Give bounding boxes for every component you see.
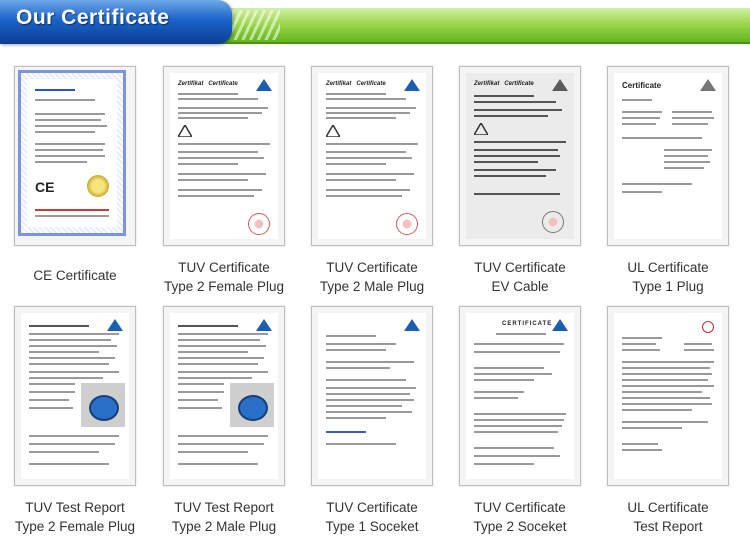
certificate-thumbnail[interactable]: Zertifikat Certificate [163, 66, 285, 246]
certificate-caption: TUV Certificate Type 2 Soceket [439, 498, 601, 536]
section-header: Our Certificate [0, 0, 750, 48]
certificate-caption: TUV Test Report Type 2 Female Plug [0, 498, 156, 536]
caption-line-2: Test Report [633, 519, 703, 534]
certificate-thumbnail[interactable] [607, 306, 729, 486]
caption-line-1: TUV Certificate [326, 500, 418, 515]
caption-line-2: Type 2 Female Plug [14, 519, 136, 534]
caption-line-1: TUV Certificate [326, 260, 418, 275]
certificate-caption: TUV Certificate Type 2 Female Plug [143, 258, 305, 296]
ul-logo-icon [702, 321, 714, 333]
certificate-thumbnail[interactable]: CERTIFICATE [459, 306, 581, 486]
certificate-caption: UL Certificate Type 1 Plug [587, 258, 749, 296]
certificate-caption: CE Certificate [0, 266, 156, 285]
caption-line-1: TUV Test Report [174, 500, 274, 515]
caption-line-1: TUV Test Report [25, 500, 125, 515]
certificate-caption: TUV Test Report Type 2 Male Plug [143, 498, 305, 536]
caption-line-1: UL Certificate [627, 500, 709, 515]
certificate-caption: TUV Certificate Type 1 Soceket [291, 498, 453, 536]
certificate-caption: TUV Certificate EV Cable [439, 258, 601, 296]
certificate-thumbnail[interactable]: CE [14, 66, 136, 246]
caption-line-2: Type 1 Soceket [325, 519, 419, 534]
caption-line-2: Type 2 Female Plug [163, 279, 285, 294]
caption-line-1: UL Certificate [627, 260, 709, 275]
certificate-thumbnail[interactable]: Certificate [607, 66, 729, 246]
certificate-thumbnail[interactable]: Zertifikat Certificate [311, 66, 433, 246]
caption-line-1: TUV Certificate [474, 500, 566, 515]
caption-line-1: CE Certificate [33, 268, 117, 283]
caption-line-2: Type 2 Male Plug [171, 519, 277, 534]
certificate-thumbnail[interactable] [14, 306, 136, 486]
certificate-thumbnail[interactable]: Zertifikat Certificate [459, 66, 581, 246]
caption-line-1: TUV Certificate [474, 260, 566, 275]
caption-line-1: TUV Certificate [178, 260, 270, 275]
header-stripes [232, 10, 280, 40]
certificate-caption: TUV Certificate Type 2 Male Plug [291, 258, 453, 296]
header-tab: Our Certificate [0, 0, 232, 44]
page-title: Our Certificate [16, 6, 170, 29]
certificate-caption: UL Certificate Test Report [587, 498, 749, 536]
caption-line-2: EV Cable [491, 279, 549, 294]
caption-line-2: Type 2 Soceket [473, 519, 567, 534]
certificate-thumbnail[interactable] [163, 306, 285, 486]
certificate-thumbnail[interactable] [311, 306, 433, 486]
caption-line-2: Type 1 Plug [632, 279, 704, 294]
caption-line-2: Type 2 Male Plug [319, 279, 425, 294]
